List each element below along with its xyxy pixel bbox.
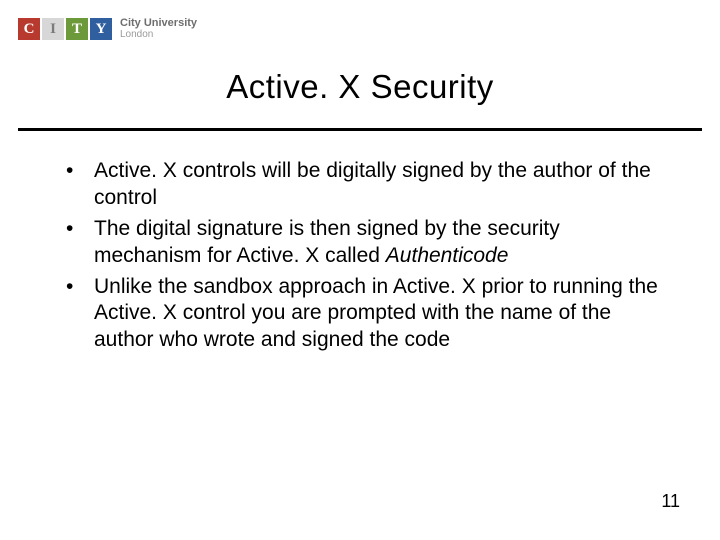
bullet-italic: Authenticode xyxy=(386,244,509,267)
logo-location: London xyxy=(120,30,197,41)
slide-title: Active. X Security xyxy=(0,68,720,106)
logo-tile-t: T xyxy=(66,18,88,40)
bullet-text: Active. X controls will be digitally sig… xyxy=(94,159,651,209)
bullet-text: Unlike the sandbox approach in Active. X… xyxy=(94,275,658,352)
logo-tile-i: I xyxy=(42,18,64,40)
bullet-item: The digital signature is then signed by … xyxy=(62,216,662,270)
logo-tiles: C I T Y xyxy=(18,18,112,40)
logo-tile-y: Y xyxy=(90,18,112,40)
title-underline xyxy=(18,128,702,131)
logo-university-name: City University xyxy=(120,18,197,30)
university-logo: C I T Y City University London xyxy=(18,18,197,40)
bullet-item: Active. X controls will be digitally sig… xyxy=(62,158,662,212)
bullet-list: Active. X controls will be digitally sig… xyxy=(62,158,662,354)
page-number: 11 xyxy=(661,491,680,512)
bullet-item: Unlike the sandbox approach in Active. X… xyxy=(62,274,662,355)
slide: C I T Y City University London Active. X… xyxy=(0,0,720,540)
logo-tile-c: C xyxy=(18,18,40,40)
logo-text: City University London xyxy=(120,18,197,40)
slide-body: Active. X controls will be digitally sig… xyxy=(62,158,662,358)
